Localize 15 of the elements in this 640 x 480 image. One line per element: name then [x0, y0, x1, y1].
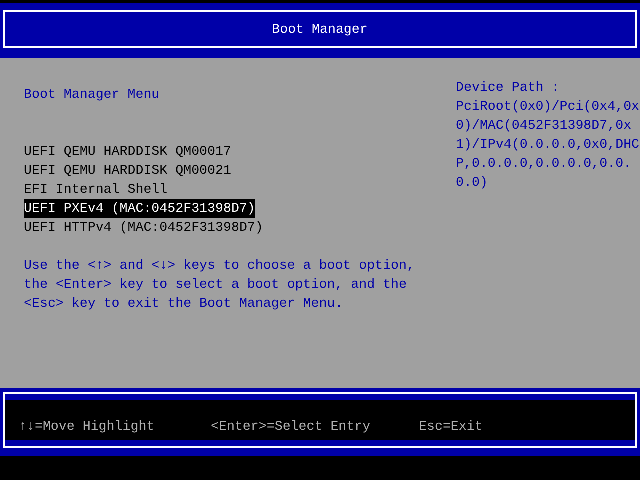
help-text: the <Enter> key to select a boot option, and the	[24, 276, 408, 294]
help-text: <Esc> key to exit the Boot Manager Menu.	[24, 295, 344, 313]
boot-option[interactable]: UEFI QEMU HARDDISK QM00021	[24, 161, 232, 180]
window-title: Boot Manager	[272, 20, 368, 38]
key-hint: Esc=Exit	[419, 418, 484, 436]
boot-option[interactable]: UEFI QEMU HARDDISK QM00017	[24, 142, 232, 161]
help-text: Use the <↑> and <↓> keys to choose a boot option,	[24, 257, 416, 275]
menu-title: Boot Manager Menu	[24, 86, 161, 104]
boot-option[interactable]: UEFI HTTPv4 (MAC:0452F31398D7)	[24, 218, 264, 237]
device-path-value: PciRoot(0x0)/Pci(0x4,0x0)/MAC(0452F31398D7,0x1)/IPv4(0.0.0.0,0x0,DHCP,0.0.0.0,0.0.0.0,0.0.0.0)	[456, 98, 640, 192]
key-hint: ↑↓=Move Highlight	[19, 418, 156, 436]
boot-option[interactable]: UEFI PXEv4 (MAC:0452F31398D7)	[24, 199, 256, 218]
device-path-label: Device Path :	[456, 79, 561, 97]
boot-option[interactable]: EFI Internal Shell	[24, 180, 168, 199]
key-hint: <Enter>=Select Entry	[211, 418, 372, 436]
